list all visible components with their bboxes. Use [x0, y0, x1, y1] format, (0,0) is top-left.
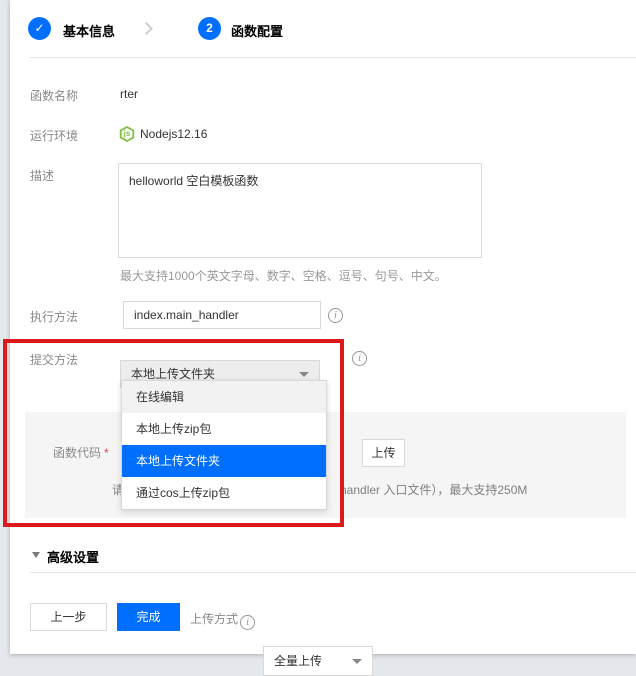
description-textarea[interactable]: helloworld 空白模板函数	[118, 163, 482, 258]
advanced-settings-toggle[interactable]: 高级设置	[47, 547, 99, 566]
content-card: ✓ 基本信息 2 函数配置 函数名称 rter 运行环境 js Nodejs12…	[10, 0, 636, 654]
finish-button[interactable]: 完成	[117, 603, 180, 631]
submit-method-selected-value: 本地上传文件夹	[131, 367, 215, 381]
upload-mode-info-icon[interactable]: i	[240, 615, 255, 630]
function-name-label: 函数名称	[30, 87, 78, 104]
upload-mode-label: 上传方式i	[190, 610, 255, 630]
stepper-divider	[30, 57, 636, 58]
code-hint-fragment-left: 请	[112, 481, 121, 498]
description-hint: 最大支持1000个英文字母、数字、空格、逗号、句号、中文。	[120, 267, 447, 284]
menu-item-local-zip[interactable]: 本地上传zip包	[122, 413, 326, 445]
menu-item-local-folder[interactable]: 本地上传文件夹	[122, 445, 326, 477]
runtime-label: 运行环境	[30, 127, 78, 144]
required-asterisk: *	[104, 446, 109, 460]
upload-mode-select[interactable]: 全量上传	[263, 646, 373, 676]
runtime-value: Nodejs12.16	[140, 127, 207, 141]
code-hint-fragment-right: handler 入口文件），最大支持250M	[340, 481, 527, 498]
menu-item-cos-zip[interactable]: 通过cos上传zip包	[122, 477, 326, 509]
step-separator-chevron-icon	[140, 22, 153, 35]
step2-number-badge: 2	[198, 17, 221, 40]
description-label: 描述	[30, 167, 54, 184]
chevron-down-icon	[299, 372, 309, 377]
function-name-value: rter	[120, 87, 138, 101]
handler-input[interactable]: index.main_handler	[123, 301, 321, 329]
footer-divider	[30, 572, 636, 573]
previous-step-button[interactable]: 上一步	[30, 603, 107, 631]
function-code-label: 函数代码*	[53, 444, 109, 461]
advanced-collapse-triangle-icon	[32, 552, 40, 558]
handler-label: 执行方法	[30, 308, 78, 325]
submit-method-label: 提交方法	[30, 351, 78, 368]
function-config-page: ✓ 基本信息 2 函数配置 函数名称 rter 运行环境 js Nodejs12…	[0, 0, 636, 662]
step1-done-check-icon: ✓	[28, 17, 51, 40]
menu-item-online-edit[interactable]: 在线编辑	[122, 381, 326, 413]
upload-mode-selected-value: 全量上传	[274, 654, 322, 668]
submit-method-dropdown-menu: 在线编辑 本地上传zip包 本地上传文件夹 通过cos上传zip包	[121, 380, 327, 510]
nodejs-hexagon-icon: js	[119, 126, 135, 142]
handler-info-icon[interactable]: i	[328, 308, 343, 323]
step2-label: 函数配置	[231, 21, 283, 40]
submit-method-info-icon[interactable]: i	[352, 351, 367, 366]
step1-label: 基本信息	[63, 21, 115, 40]
upload-button[interactable]: 上传	[362, 439, 405, 467]
